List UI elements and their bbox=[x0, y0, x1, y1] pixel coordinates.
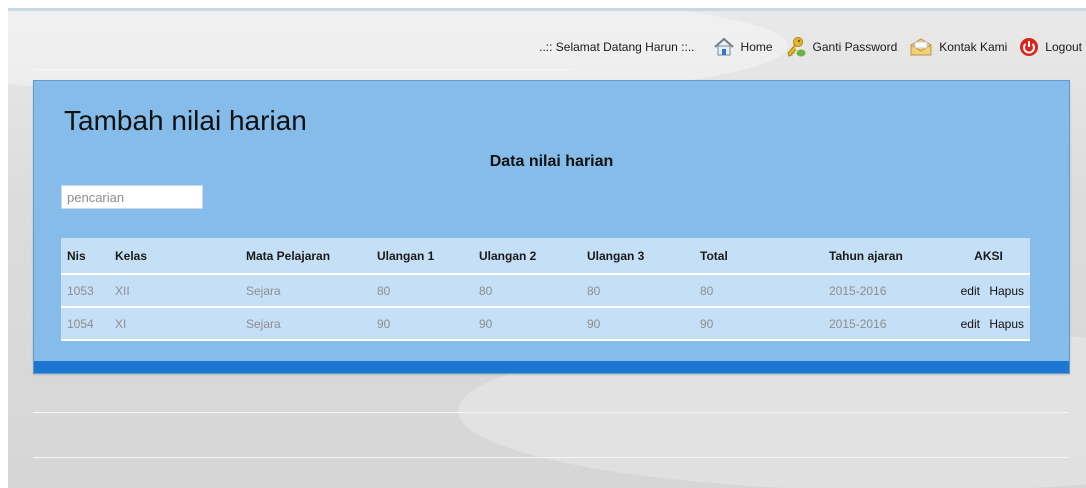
welcome-text: ..:: Selamat Datang Harun ::.. bbox=[539, 40, 695, 54]
cell-aksi: edit Hapus bbox=[947, 274, 1030, 308]
home-icon bbox=[713, 37, 735, 57]
cell-mata-pelajaran: Sejara bbox=[246, 274, 377, 308]
panel-footer-bar bbox=[34, 361, 1069, 373]
nav-kontak-kami-link[interactable]: Kontak Kami bbox=[909, 37, 1007, 57]
table-title: Data nilai harian bbox=[489, 153, 614, 170]
edit-link[interactable]: edit bbox=[961, 284, 980, 298]
col-header-total: Total bbox=[700, 238, 829, 275]
hapus-link[interactable]: Hapus bbox=[989, 317, 1024, 331]
cell-ulangan-3: 80 bbox=[587, 274, 700, 308]
divider-line bbox=[33, 457, 1068, 458]
cell-tahun-ajaran: 2015-2016 bbox=[829, 274, 947, 308]
divider-line bbox=[33, 412, 1068, 413]
content-panel: Tambah nilai harian Data nilai harian Ni… bbox=[33, 80, 1070, 374]
key-user-icon bbox=[785, 36, 807, 58]
envelope-icon bbox=[909, 37, 933, 57]
cell-ulangan-1: 80 bbox=[377, 274, 479, 308]
cell-total: 90 bbox=[700, 307, 829, 341]
edit-link[interactable]: edit bbox=[961, 317, 980, 331]
cell-ulangan-2: 90 bbox=[479, 307, 587, 341]
col-header-nis: Nis bbox=[61, 238, 115, 275]
nav-home-link[interactable]: Home bbox=[713, 37, 773, 57]
hapus-link[interactable]: Hapus bbox=[989, 284, 1024, 298]
top-navigation: ..:: Selamat Datang Harun ::.. Home Gant… bbox=[539, 33, 1086, 61]
col-header-tahun-ajaran: Tahun ajaran bbox=[829, 238, 947, 275]
cell-total: 80 bbox=[700, 274, 829, 308]
nav-home-label: Home bbox=[740, 40, 773, 54]
table-row: 1053 XII Sejara 80 80 80 80 2015-2016 ed… bbox=[61, 274, 1030, 308]
nav-ganti-password-label: Ganti Password bbox=[812, 40, 898, 54]
cell-nis: 1054 bbox=[61, 307, 115, 341]
col-header-kelas: Kelas bbox=[115, 238, 246, 275]
cell-kelas: XII bbox=[115, 274, 246, 308]
nav-logout-label: Logout bbox=[1045, 40, 1082, 54]
cell-kelas: XI bbox=[115, 307, 246, 341]
cell-ulangan-2: 80 bbox=[479, 274, 587, 308]
col-header-ulangan-1: Ulangan 1 bbox=[377, 238, 479, 275]
divider-line bbox=[33, 69, 573, 70]
table-row: 1054 XI Sejara 90 90 90 90 2015-2016 edi… bbox=[61, 307, 1030, 341]
nav-kontak-kami-label: Kontak Kami bbox=[939, 40, 1008, 54]
col-header-ulangan-2: Ulangan 2 bbox=[479, 238, 587, 275]
nav-logout-link[interactable]: Logout bbox=[1019, 37, 1082, 57]
data-table: Nis Kelas Mata Pelajaran Ulangan 1 Ulang… bbox=[61, 238, 1030, 341]
cell-nis: 1053 bbox=[61, 274, 115, 308]
table-header-row: Nis Kelas Mata Pelajaran Ulangan 1 Ulang… bbox=[61, 238, 1030, 275]
search-input[interactable] bbox=[61, 185, 203, 209]
cell-ulangan-1: 90 bbox=[377, 307, 479, 341]
col-header-aksi: AKSI bbox=[947, 238, 1030, 275]
power-icon bbox=[1019, 37, 1039, 57]
cell-mata-pelajaran: Sejara bbox=[246, 307, 377, 341]
nav-ganti-password-link[interactable]: Ganti Password bbox=[785, 36, 898, 58]
cell-tahun-ajaran: 2015-2016 bbox=[829, 307, 947, 341]
col-header-mata-pelajaran: Mata Pelajaran bbox=[246, 238, 377, 275]
col-header-ulangan-3: Ulangan 3 bbox=[587, 238, 700, 275]
page-title: Tambah nilai harian bbox=[64, 105, 307, 136]
cell-ulangan-3: 90 bbox=[587, 307, 700, 341]
cell-aksi: edit Hapus bbox=[947, 307, 1030, 341]
